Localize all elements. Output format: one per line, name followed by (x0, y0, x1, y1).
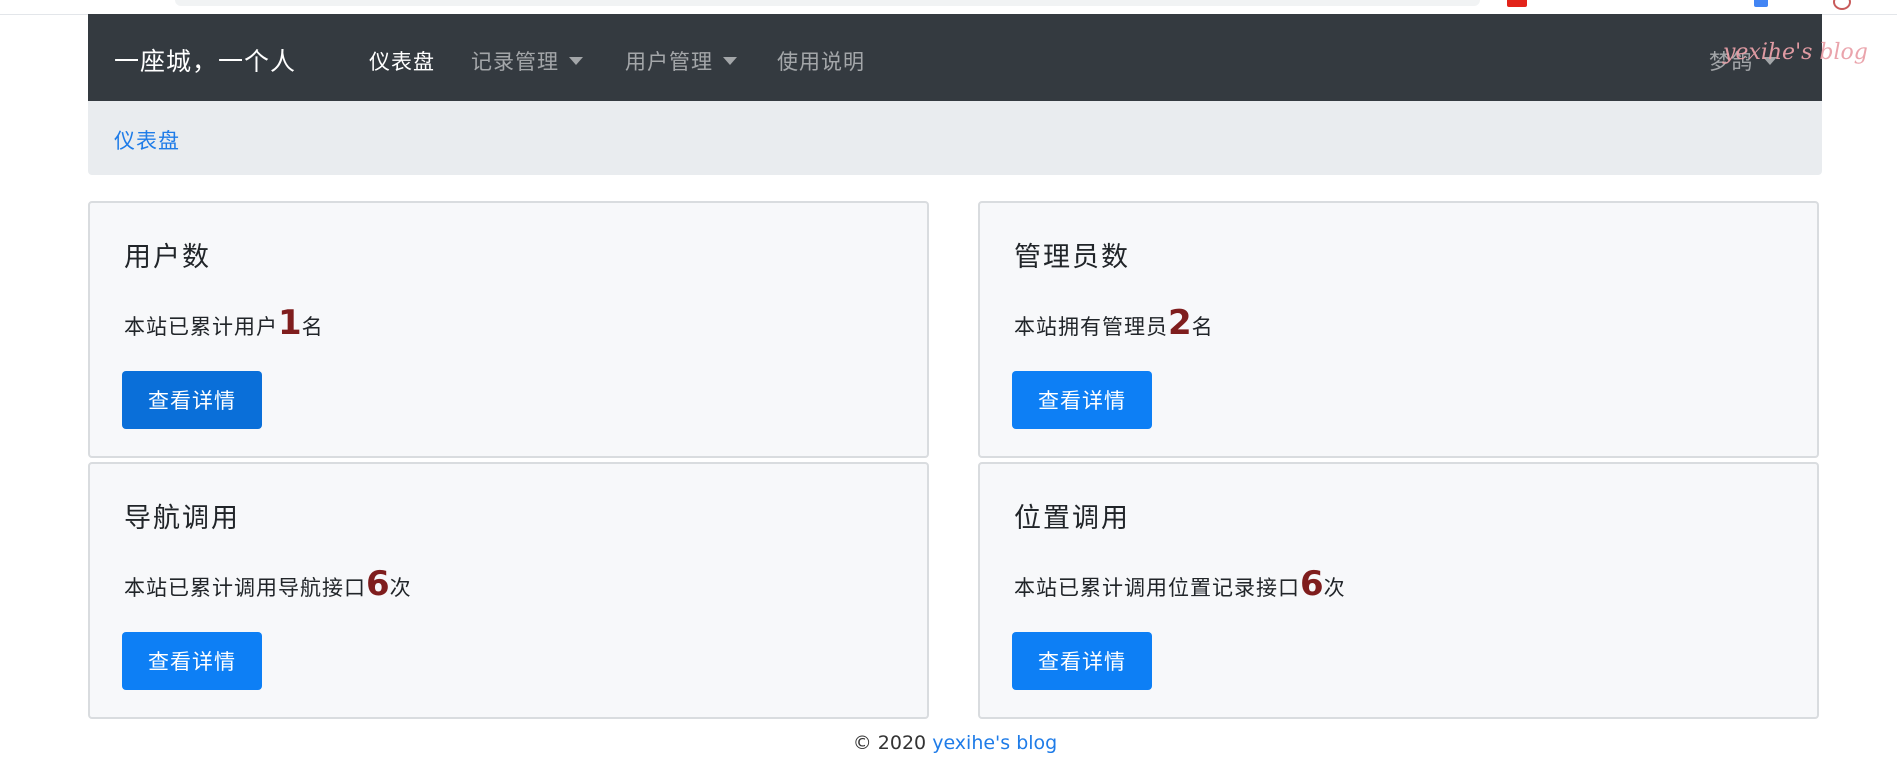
card-text-after: 次 (1323, 576, 1346, 600)
view-details-button[interactable]: 查看详情 (122, 371, 262, 429)
card-navigation-calls: 导航调用 本站已累计调用导航接口6次 查看详情 (88, 462, 929, 719)
card-text-before: 本站已累计用户 (124, 315, 278, 339)
breadcrumb-dashboard-link[interactable]: 仪表盘 (114, 125, 180, 155)
nav-item-records-label: 记录管理 (471, 50, 559, 74)
stat-value: 1 (278, 303, 302, 343)
card-text: 本站已累计调用导航接口6次 (124, 564, 412, 604)
card-text-before: 本站拥有管理员 (1014, 315, 1168, 339)
browser-top-strip (0, 0, 1897, 15)
view-details-button[interactable]: 查看详情 (122, 632, 262, 690)
card-title: 导航调用 (124, 503, 240, 534)
card-admin-count: 管理员数 本站拥有管理员2名 查看详情 (978, 201, 1819, 458)
nav-item-dashboard-label: 仪表盘 (369, 50, 435, 74)
view-details-button[interactable]: 查看详情 (1012, 632, 1152, 690)
card-text: 本站已累计用户1名 (124, 303, 324, 343)
breadcrumb: 仪表盘 (88, 101, 1822, 175)
card-text-before: 本站已累计调用导航接口 (124, 576, 366, 600)
profile-icon[interactable] (1833, 0, 1851, 10)
card-text-after: 名 (301, 315, 324, 339)
card-title: 用户数 (124, 242, 211, 273)
browser-address-bar-edge[interactable] (175, 0, 1480, 6)
nav-item-help[interactable]: 使用说明 (777, 46, 865, 76)
extension-icon[interactable] (1754, 0, 1768, 7)
navbar: 一座城，一个人 仪表盘 记录管理 用户管理 使用说明 梦鸽 yexihe's b… (88, 14, 1868, 101)
footer: © 2020 yexihe's blog (0, 732, 1897, 754)
nav-item-records[interactable]: 记录管理 (471, 46, 583, 76)
footer-blog-link[interactable]: yexihe's blog (932, 732, 1057, 754)
card-title: 位置调用 (1014, 503, 1130, 534)
card-user-count: 用户数 本站已累计用户1名 查看详情 (88, 201, 929, 458)
card-text: 本站拥有管理员2名 (1014, 303, 1214, 343)
card-text-before: 本站已累计调用位置记录接口 (1014, 576, 1300, 600)
chevron-down-icon (569, 57, 583, 65)
nav-item-help-label: 使用说明 (777, 50, 865, 74)
extension-badge-icon[interactable] (1507, 0, 1527, 7)
blog-watermark: yexihe's blog (1723, 40, 1868, 65)
nav-item-users[interactable]: 用户管理 (625, 46, 737, 76)
nav-item-users-label: 用户管理 (625, 50, 713, 74)
stat-value: 2 (1168, 303, 1192, 343)
card-text-after: 名 (1191, 315, 1214, 339)
card-title: 管理员数 (1014, 242, 1130, 273)
card-text: 本站已累计调用位置记录接口6次 (1014, 564, 1346, 604)
card-location-calls: 位置调用 本站已累计调用位置记录接口6次 查看详情 (978, 462, 1819, 719)
stat-value: 6 (1300, 564, 1324, 604)
stat-value: 6 (366, 564, 390, 604)
card-text-after: 次 (389, 576, 412, 600)
nav-item-dashboard[interactable]: 仪表盘 (369, 46, 435, 76)
navbar-brand[interactable]: 一座城，一个人 (114, 42, 296, 78)
footer-copyright: © 2020 (852, 732, 927, 754)
view-details-button[interactable]: 查看详情 (1012, 371, 1152, 429)
chevron-down-icon (723, 57, 737, 65)
